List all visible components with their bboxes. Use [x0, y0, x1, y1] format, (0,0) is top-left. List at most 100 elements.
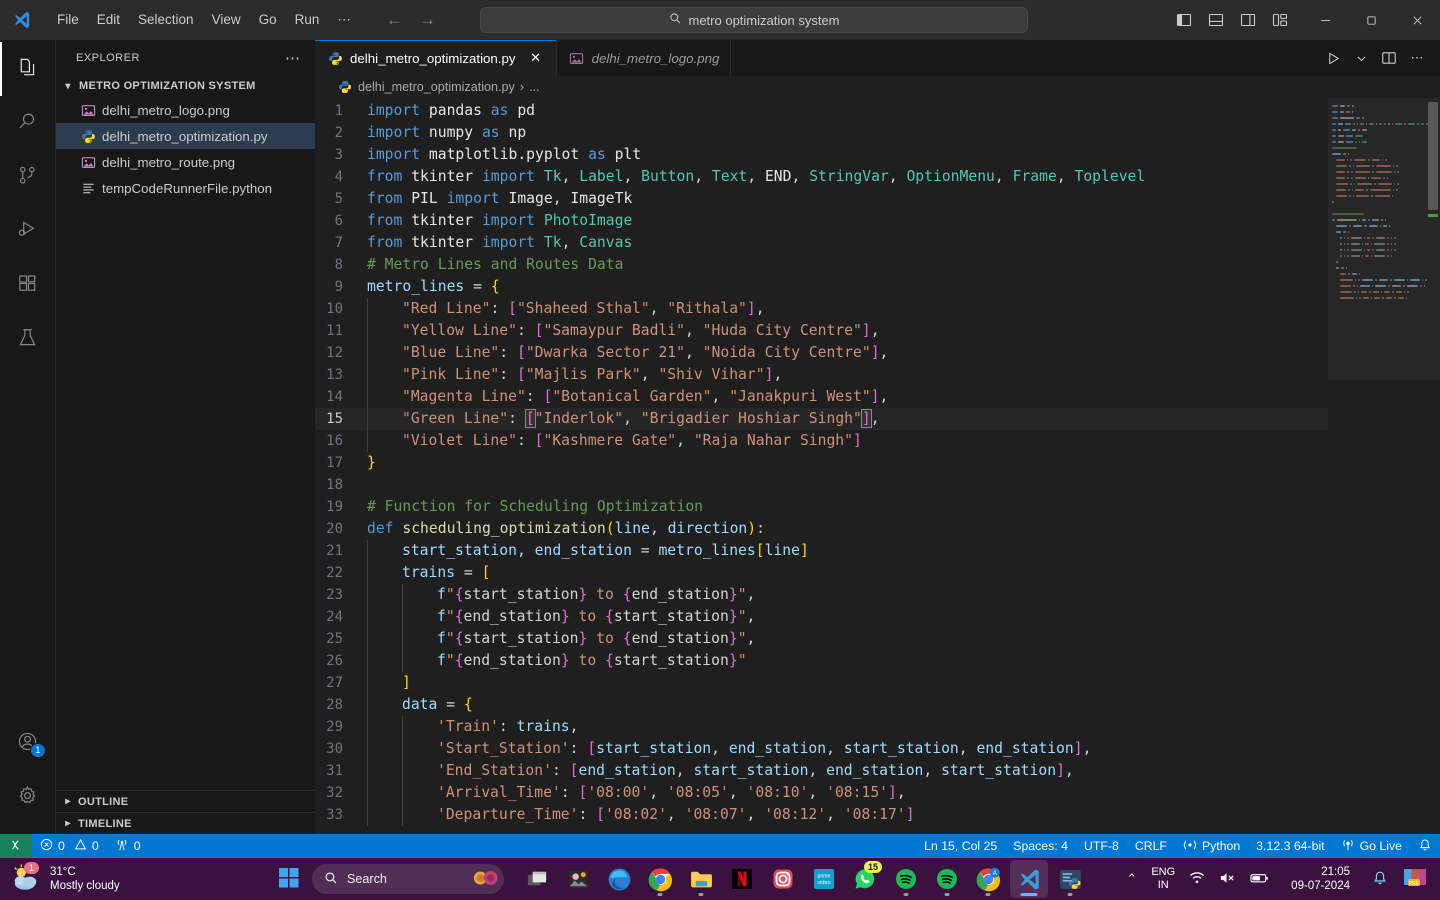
menu-selection[interactable]: Selection: [129, 8, 203, 31]
breadcrumb-rest[interactable]: ...: [529, 80, 540, 94]
code-line[interactable]: 22trains = [: [315, 562, 1328, 584]
taskbar-app-visual-studio-code[interactable]: [1010, 860, 1048, 898]
code-line[interactable]: 12"Blue Line": ["Dwarka Sector 21", "Noi…: [315, 342, 1328, 364]
code-line[interactable]: 19# Function for Scheduling Optimization: [315, 496, 1328, 518]
window-close-button[interactable]: [1394, 0, 1440, 40]
code-line[interactable]: 3import matplotlib.pyplot as plt: [315, 144, 1328, 166]
status-problems[interactable]: 0 0: [32, 834, 107, 858]
toggle-primary-sidebar-icon[interactable]: [1170, 6, 1198, 34]
code-line[interactable]: 13"Pink Line": ["Majlis Park", "Shiv Vih…: [315, 364, 1328, 386]
run-options-chevron-down-icon[interactable]: [1348, 45, 1374, 71]
window-minimize-button[interactable]: [1302, 0, 1348, 40]
taskbar-app-widgets[interactable]: [559, 860, 597, 898]
tray-network[interactable]: [1183, 862, 1211, 896]
code-line[interactable]: 33'Departure_Time': ['08:02', '08:07', '…: [315, 804, 1328, 826]
status-cursor-position[interactable]: Ln 15, Col 25: [916, 834, 1005, 858]
file-tree-item-delhi-metro-optimization-py[interactable]: delhi_metro_optimization.py: [56, 123, 315, 149]
status-notifications[interactable]: [1410, 834, 1440, 858]
code-line[interactable]: 7from tkinter import Tk, Canvas: [315, 232, 1328, 254]
activity-bar-item-extensions[interactable]: [0, 258, 56, 312]
taskbar-app-spotify[interactable]: [887, 860, 925, 898]
code-line[interactable]: 21start_station, end_station = metro_lin…: [315, 540, 1328, 562]
taskbar-search-box[interactable]: Search: [312, 864, 504, 894]
tray-notifications[interactable]: [1366, 862, 1394, 896]
menu-edit[interactable]: Edit: [88, 8, 129, 31]
file-tree-item-delhi-metro-logo-png[interactable]: delhi_metro_logo.png: [56, 97, 315, 123]
code-line[interactable]: 29'Train': trains,: [315, 716, 1328, 738]
code-line[interactable]: 5from PIL import Image, ImageTk: [315, 188, 1328, 210]
code-line[interactable]: 24f"{end_station} to {start_station}",: [315, 606, 1328, 628]
code-line[interactable]: 10"Red Line": ["Shaheed Sthal", "Rithala…: [315, 298, 1328, 320]
menu-file[interactable]: File: [48, 8, 88, 31]
taskbar-app-microsoft-edge[interactable]: [600, 860, 638, 898]
taskbar-weather-widget[interactable]: 1 31°C Mostly cloudy: [0, 864, 120, 895]
folder-root-row[interactable]: ▾ METRO OPTIMIZATION SYSTEM: [56, 75, 315, 97]
back-arrow-icon[interactable]: ←: [386, 10, 403, 30]
code-line[interactable]: 30'Start_Station': [start_station, end_s…: [315, 738, 1328, 760]
sidebar-pane-timeline[interactable]: ▸ TIMELINE: [56, 812, 315, 834]
code-line[interactable]: 27]: [315, 672, 1328, 694]
code-line[interactable]: 1import pandas as pd: [315, 100, 1328, 122]
activity-bar-item-accounts[interactable]: 1: [0, 716, 56, 770]
menu-view[interactable]: View: [203, 8, 250, 31]
status-language-mode[interactable]: Python: [1175, 834, 1248, 858]
activity-bar-item-run-and-debug[interactable]: [0, 204, 56, 258]
editor-more-actions-icon[interactable]: ⋯: [1404, 45, 1430, 71]
code-line[interactable]: 8# Metro Lines and Routes Data: [315, 254, 1328, 276]
code-line[interactable]: 25f"{start_station} to {end_station}",: [315, 628, 1328, 650]
tray-language-indicator[interactable]: ENG IN: [1145, 862, 1181, 896]
file-tree-item-delhi-metro-route-png[interactable]: delhi_metro_route.png: [56, 149, 315, 175]
sidebar-pane-outline[interactable]: ▸ OUTLINE: [56, 790, 315, 812]
taskbar-app-google-chrome[interactable]: [641, 860, 679, 898]
code-line[interactable]: 28data = {: [315, 694, 1328, 716]
window-maximize-button[interactable]: [1348, 0, 1394, 40]
taskbar-app-instagram[interactable]: [764, 860, 802, 898]
tab-delhi-metro-optimization-py[interactable]: delhi_metro_optimization.py ✕: [315, 40, 557, 76]
tray-volume[interactable]: [1213, 862, 1242, 896]
file-tree-item-tempcoderunnerfile-python[interactable]: tempCodeRunnerFile.python: [56, 175, 315, 201]
taskbar-app-chrome-profile[interactable]: A: [969, 860, 1007, 898]
taskbar-app-netflix[interactable]: [723, 860, 761, 898]
activity-bar-item-explorer[interactable]: [0, 42, 56, 96]
taskbar-app-file-explorer[interactable]: [682, 860, 720, 898]
breadcrumb-file[interactable]: delhi_metro_optimization.py: [358, 80, 515, 94]
status-indentation[interactable]: Spaces: 4: [1005, 834, 1076, 858]
run-python-file-icon[interactable]: [1320, 45, 1346, 71]
sidebar-more-actions-icon[interactable]: ⋯: [279, 49, 307, 67]
code-line[interactable]: 23f"{start_station} to {end_station}",: [315, 584, 1328, 606]
status-remote-indicator[interactable]: [0, 834, 32, 858]
split-editor-right-icon[interactable]: [1376, 45, 1402, 71]
customize-layout-icon[interactable]: [1266, 6, 1294, 34]
scrollbar-thumb[interactable]: [1428, 102, 1438, 210]
status-eol[interactable]: CRLF: [1127, 834, 1175, 858]
status-ports[interactable]: 0: [107, 834, 149, 858]
code-line[interactable]: 9metro_lines = {: [315, 276, 1328, 298]
minimap[interactable]: [1328, 98, 1440, 834]
start-button[interactable]: [272, 862, 306, 896]
status-encoding[interactable]: UTF-8: [1076, 834, 1127, 858]
taskbar-app-task-view[interactable]: [518, 860, 556, 898]
code-line[interactable]: 32'Arrival_Time': ['08:00', '08:05', '08…: [315, 782, 1328, 804]
taskbar-app-prime-video[interactable]: primevideo: [805, 860, 843, 898]
code-line[interactable]: 20def scheduling_optimization(line, dire…: [315, 518, 1328, 540]
status-go-live[interactable]: Go Live: [1333, 834, 1410, 858]
code-scroll-area[interactable]: 1import pandas as pd2import numpy as np3…: [315, 98, 1328, 834]
menu-more[interactable]: ⋯: [328, 8, 360, 32]
taskbar-app-whatsapp[interactable]: 15: [846, 860, 884, 898]
code-line[interactable]: 14"Magenta Line": ["Botanical Garden", "…: [315, 386, 1328, 408]
tray-microsoft-office[interactable]: PRE: [1396, 862, 1434, 896]
activity-bar-item-testing[interactable]: [0, 312, 56, 366]
code-line[interactable]: 4from tkinter import Tk, Label, Button, …: [315, 166, 1328, 188]
tray-battery[interactable]: [1244, 862, 1275, 896]
code-line[interactable]: 6from tkinter import PhotoImage: [315, 210, 1328, 232]
status-python-interpreter[interactable]: 3.12.3 64-bit: [1248, 834, 1332, 858]
code-editor[interactable]: 1import pandas as pd2import numpy as np3…: [315, 98, 1440, 834]
tray-clock[interactable]: 21:05 09-07-2024: [1277, 862, 1364, 896]
activity-bar-item-source-control[interactable]: [0, 150, 56, 204]
code-line[interactable]: 2import numpy as np: [315, 122, 1328, 144]
activity-bar-item-settings[interactable]: [0, 770, 56, 824]
toggle-secondary-sidebar-icon[interactable]: [1234, 6, 1262, 34]
tray-show-hidden-icons[interactable]: ⌃: [1120, 862, 1143, 896]
forward-arrow-icon[interactable]: →: [419, 10, 436, 30]
activity-bar-item-search[interactable]: [0, 96, 56, 150]
